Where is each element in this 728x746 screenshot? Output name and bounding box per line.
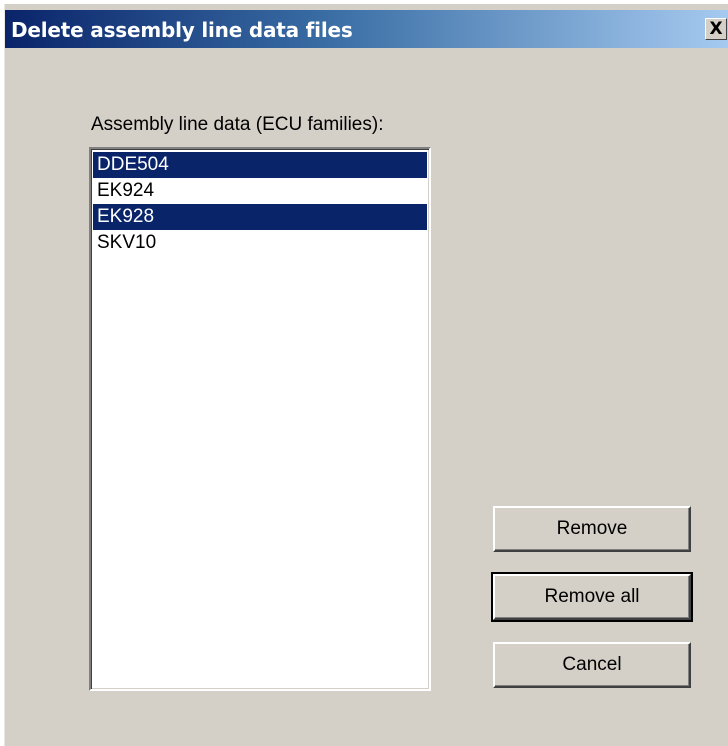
list-item-ek928[interactable]: EK928 <box>93 204 427 230</box>
list-item-label: SKV10 <box>97 232 157 253</box>
remove-button[interactable]: Remove <box>493 506 691 552</box>
ecu-family-listbox[interactable]: DDE504 EK924 EK928 SKV10 <box>89 147 431 691</box>
close-icon: X <box>709 18 723 39</box>
list-item-label: EK928 <box>97 206 155 227</box>
list-caption: Assembly line data (ECU families): <box>91 114 384 135</box>
remove-all-button[interactable]: Remove all <box>491 572 693 622</box>
title-bar[interactable]: Delete assembly line data files X <box>5 10 728 48</box>
dialog-title: Delete assembly line data files <box>11 18 353 42</box>
list-item-dde504[interactable]: DDE504 <box>93 152 427 178</box>
list-item-label: DDE504 <box>97 154 169 175</box>
cancel-button[interactable]: Cancel <box>493 642 691 688</box>
list-item-ek924[interactable]: EK924 <box>93 178 427 204</box>
list-item-label: EK924 <box>97 180 155 201</box>
close-button[interactable]: X <box>705 18 727 40</box>
delete-assembly-dialog: Delete assembly line data files X Assemb… <box>4 4 728 746</box>
list-item-skv10[interactable]: SKV10 <box>93 230 427 256</box>
